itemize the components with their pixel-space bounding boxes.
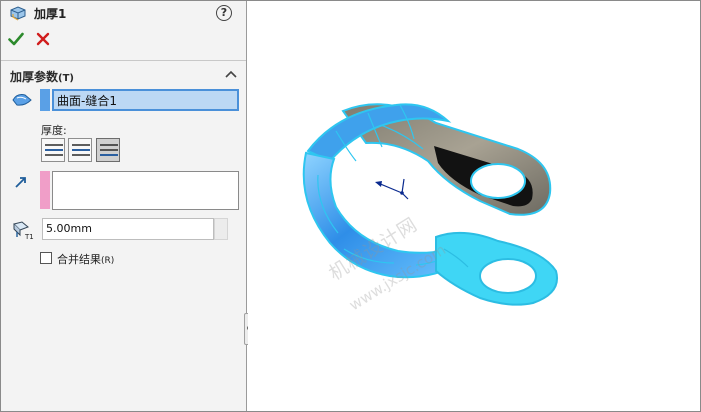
thickness-spinner[interactable] [214, 218, 228, 240]
thicken-both-sides-button[interactable] [68, 138, 92, 162]
surface-select-icon [12, 94, 32, 106]
thickness-value-row: T1 5.00mm [11, 218, 241, 242]
x-icon [36, 32, 50, 46]
thickness-t1-icon: T1 [13, 221, 34, 240]
thickness-value-input[interactable]: 5.00mm [42, 218, 214, 240]
merge-result-checkbox[interactable] [40, 252, 52, 264]
thickness-value-text: 5.00mm [46, 222, 92, 235]
panel-title: 加厚1 [34, 7, 67, 21]
help-icon: ? [220, 6, 228, 19]
surface-selection-box[interactable]: 曲面-缝合1 [52, 89, 239, 111]
thicken-side-2-button[interactable] [96, 138, 120, 162]
group-label: 加厚参数(T) [10, 70, 74, 84]
property-manager-panel: 加厚1 ? 加厚参数(T) 曲面-缝合1 厚度: T1 5.00mm 合并结果(… [1, 1, 247, 411]
panel-header: 加厚1 ? [1, 1, 246, 25]
selection-color-bar [40, 89, 50, 111]
graphics-viewport[interactable] [248, 1, 700, 411]
thicken-side-1-icon [45, 144, 63, 156]
thicken-side-2-icon [100, 144, 118, 156]
svg-text:T1: T1 [24, 233, 34, 240]
direction-color-bar [40, 171, 50, 209]
merge-result-label: 合并结果(R) [57, 253, 115, 266]
ok-button[interactable] [8, 31, 24, 47]
action-row [1, 29, 246, 51]
thicken-feature-icon [10, 6, 26, 21]
selected-surface-item[interactable]: 曲面-缝合1 [57, 94, 117, 108]
cancel-button[interactable] [35, 31, 51, 47]
surface-selection-row: 曲面-缝合1 [11, 89, 241, 113]
group-thicken-params[interactable]: 加厚参数(T) [1, 65, 246, 85]
coordinate-triad [375, 178, 409, 200]
lower-flange [435, 231, 558, 306]
direction-arrow-icon [15, 177, 26, 188]
part-model-view [302, 103, 558, 306]
chevron-up-icon[interactable] [225, 69, 237, 79]
checkmark-icon [8, 32, 24, 46]
direction-selection-row [11, 171, 241, 211]
thicken-both-sides-icon [72, 144, 90, 156]
thickness-label: 厚度: [41, 124, 67, 137]
header-divider [1, 60, 246, 61]
thicken-side-1-button[interactable] [41, 138, 65, 162]
direction-selection-box[interactable] [52, 171, 239, 210]
application-window: 加厚1 ? 加厚参数(T) 曲面-缝合1 厚度: T1 5.00mm 合并结果(… [0, 0, 701, 412]
help-button[interactable]: ? [216, 5, 232, 21]
